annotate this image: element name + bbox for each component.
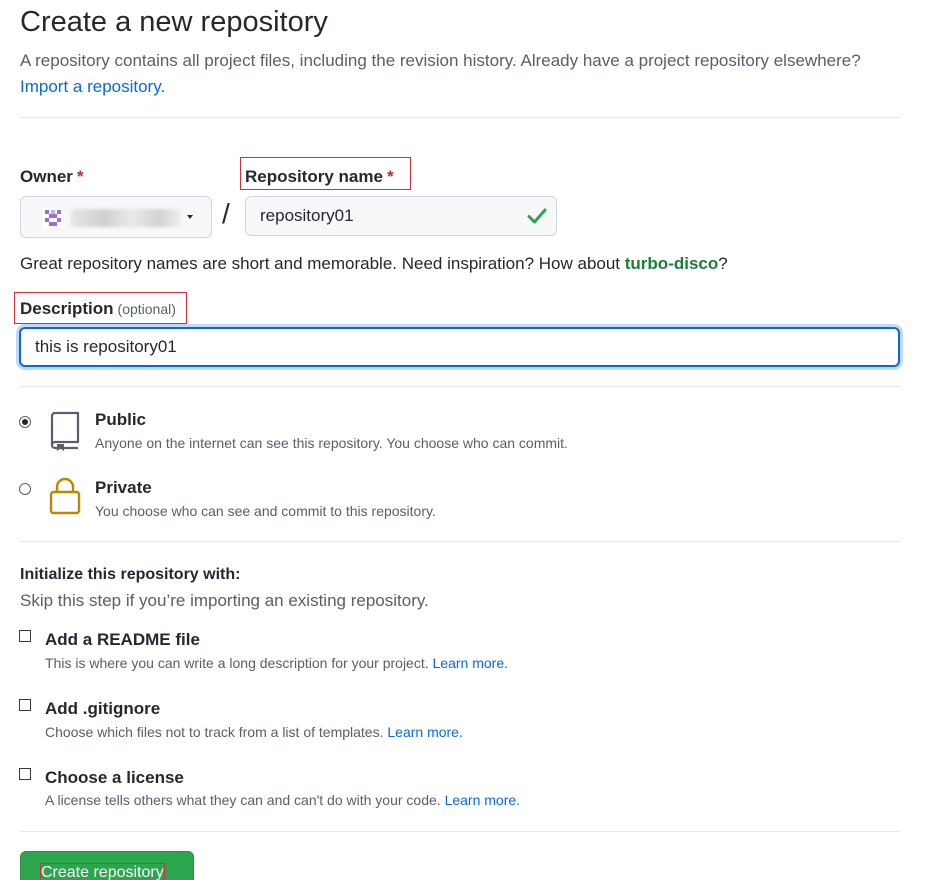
- add-readme-title[interactable]: Add a README file: [45, 630, 200, 650]
- choose-license-checkbox[interactable]: [19, 768, 31, 780]
- owner-label: Owner *: [20, 167, 84, 187]
- choose-license-desc-text: A license tells others what they can and…: [45, 792, 441, 808]
- public-option-title[interactable]: Public: [95, 410, 146, 430]
- create-repository-button[interactable]: Create repository: [20, 851, 194, 880]
- add-gitignore-desc: Choose which files not to track from a l…: [45, 724, 463, 740]
- repo-icon: [50, 411, 80, 451]
- add-readme-desc: This is where you can write a long descr…: [45, 655, 508, 671]
- private-option-desc: You choose who can see and commit to thi…: [95, 503, 436, 519]
- create-repository-page: Create a new repository A repository con…: [0, 0, 936, 880]
- identicon-avatar-icon: [43, 208, 63, 228]
- initialize-section-title: Initialize this repository with:: [20, 566, 241, 583]
- gitignore-learn-more-link[interactable]: Learn more.: [387, 724, 462, 740]
- hint-suffix: ?: [718, 254, 728, 273]
- add-gitignore-checkbox[interactable]: [19, 699, 31, 711]
- description-input[interactable]: [19, 327, 900, 367]
- private-option-title[interactable]: Private: [95, 478, 152, 498]
- owner-repo-separator: /: [222, 198, 230, 229]
- page-title: Create a new repository: [20, 6, 328, 38]
- repository-name-hint: Great repository names are short and mem…: [20, 254, 728, 274]
- create-repository-label: Create repository: [40, 863, 165, 880]
- name-suggestion-link[interactable]: turbo-disco: [625, 254, 719, 273]
- chevron-down-icon: [187, 215, 193, 219]
- readme-learn-more-link[interactable]: Learn more.: [433, 655, 508, 671]
- repository-name-label-text: Repository name: [245, 167, 383, 186]
- intro-description: A repository contains all project files,…: [20, 51, 861, 70]
- owner-dropdown[interactable]: [20, 196, 212, 238]
- private-radio[interactable]: [19, 483, 31, 495]
- repository-name-input[interactable]: [245, 196, 557, 236]
- description-label: Description (optional): [20, 299, 176, 319]
- divider: [20, 541, 900, 542]
- hint-text: Great repository names are short and mem…: [20, 254, 621, 273]
- choose-license-desc: A license tells others what they can and…: [45, 792, 520, 808]
- initialize-section-subtitle: Skip this step if you’re importing an ex…: [20, 591, 429, 610]
- import-repository-link[interactable]: Import a repository.: [20, 77, 165, 96]
- add-readme-desc-text: This is where you can write a long descr…: [45, 655, 429, 671]
- intro-text: A repository contains all project files,…: [20, 48, 910, 100]
- divider: [20, 831, 900, 832]
- required-mark: *: [386, 167, 394, 186]
- required-mark: *: [76, 167, 84, 186]
- add-gitignore-title[interactable]: Add .gitignore: [45, 699, 160, 719]
- owner-name-redacted: [71, 209, 181, 227]
- add-gitignore-desc-text: Choose which files not to track from a l…: [45, 724, 384, 740]
- choose-license-title[interactable]: Choose a license: [45, 768, 184, 788]
- lock-icon: [49, 477, 81, 515]
- divider: [20, 386, 900, 387]
- description-label-text: Description: [20, 299, 114, 318]
- optional-tag: (optional): [117, 301, 176, 317]
- license-learn-more-link[interactable]: Learn more.: [445, 792, 520, 808]
- owner-label-text: Owner: [20, 167, 73, 186]
- public-option-desc: Anyone on the internet can see this repo…: [95, 435, 568, 451]
- add-readme-checkbox[interactable]: [19, 630, 31, 642]
- public-radio[interactable]: [19, 416, 31, 428]
- check-icon: [527, 208, 547, 224]
- repository-name-label: Repository name *: [245, 167, 394, 187]
- divider: [20, 117, 900, 118]
